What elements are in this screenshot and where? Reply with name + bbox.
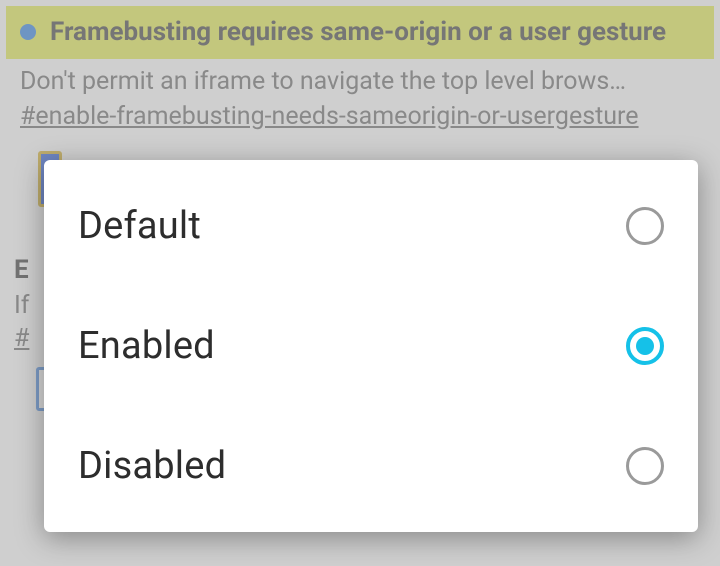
radio-checked-icon bbox=[626, 327, 664, 365]
option-label: Default bbox=[78, 204, 201, 248]
radio-unchecked-icon bbox=[626, 447, 664, 485]
flag-value-dialog: Default Enabled Disabled bbox=[44, 160, 698, 532]
option-label: Disabled bbox=[78, 444, 226, 488]
option-default[interactable]: Default bbox=[44, 166, 698, 286]
option-label: Enabled bbox=[78, 324, 215, 368]
viewport: Framebusting requires same-origin or a u… bbox=[0, 0, 720, 566]
option-enabled[interactable]: Enabled bbox=[44, 286, 698, 406]
option-disabled[interactable]: Disabled bbox=[44, 406, 698, 526]
radio-unchecked-icon bbox=[626, 207, 664, 245]
